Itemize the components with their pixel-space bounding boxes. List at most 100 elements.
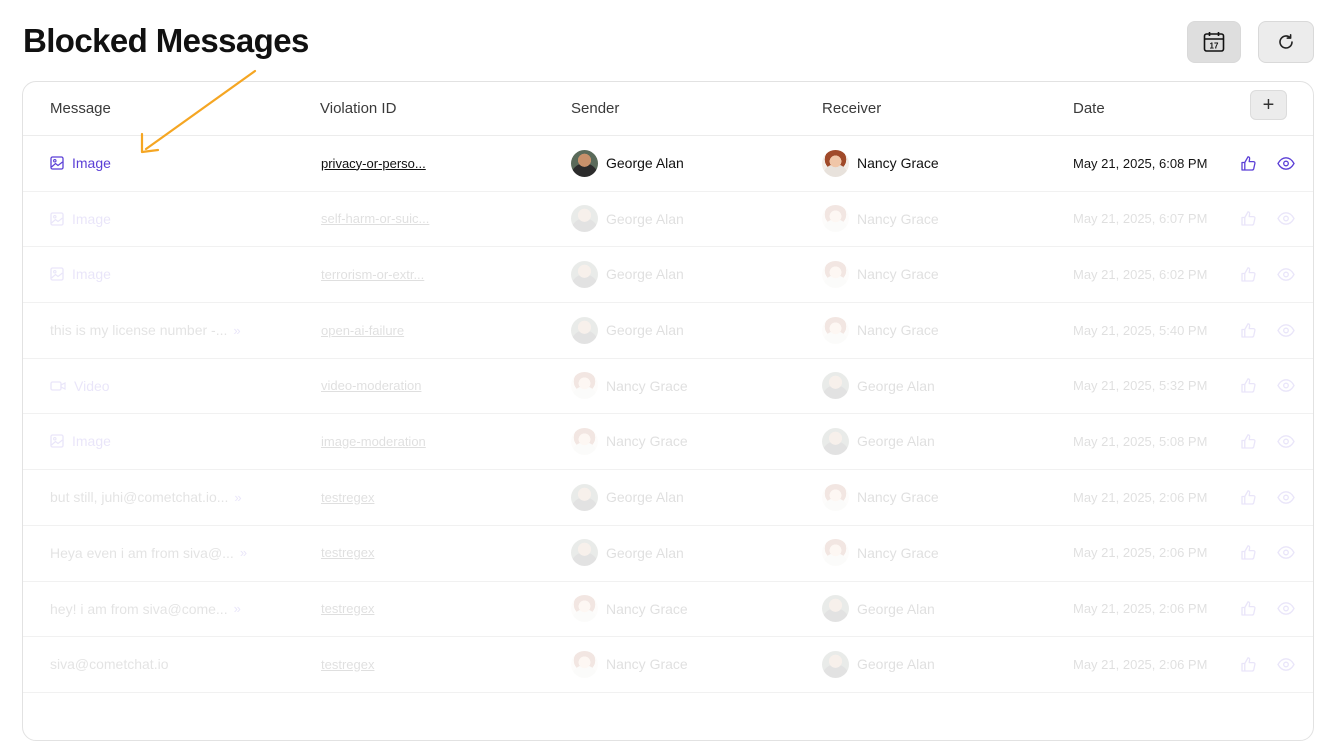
image-message-link[interactable]: Image xyxy=(50,433,111,449)
receiver-name: Nancy Grace xyxy=(857,489,939,506)
expand-chevron-icon[interactable]: » xyxy=(240,545,247,560)
table-row[interactable]: but still, juhi@cometchat.io... » testre… xyxy=(23,470,1313,526)
approve-thumbs-up-icon[interactable] xyxy=(1240,322,1257,339)
table-row[interactable]: Image privacy-or-perso... George Alan Na… xyxy=(23,136,1313,192)
receiver-user[interactable]: George Alan xyxy=(822,650,935,678)
date-cell: May 21, 2025, 2:06 PM xyxy=(1073,489,1208,505)
approve-thumbs-up-icon[interactable] xyxy=(1240,155,1257,172)
approve-thumbs-up-icon[interactable] xyxy=(1240,377,1257,394)
plus-icon: + xyxy=(1262,93,1275,116)
violation-id-link[interactable]: testregex xyxy=(321,601,374,616)
violation-id-cell: open-ai-failure xyxy=(321,303,551,357)
approve-thumbs-up-icon[interactable] xyxy=(1240,600,1257,617)
violation-id-link[interactable]: self-harm-or-suic... xyxy=(321,211,429,226)
avatar xyxy=(571,595,598,622)
receiver-user[interactable]: George Alan xyxy=(822,372,935,400)
message-text: siva@cometchat.io xyxy=(50,656,169,673)
sender-user[interactable]: George Alan xyxy=(571,316,684,344)
image-message-link[interactable]: Image xyxy=(50,211,111,227)
view-eye-icon[interactable] xyxy=(1277,212,1295,226)
sender-name: George Alan xyxy=(606,266,684,283)
approve-thumbs-up-icon[interactable] xyxy=(1240,210,1257,227)
sender-name: Nancy Grace xyxy=(606,433,688,450)
table-row[interactable]: Image image-moderation Nancy Grace Georg… xyxy=(23,414,1313,471)
receiver-user[interactable]: George Alan xyxy=(822,595,935,622)
sender-name: George Alan xyxy=(606,544,684,561)
image-icon xyxy=(50,156,64,170)
message-preview: this is my license number -... » xyxy=(50,322,241,338)
sender-user[interactable]: George Alan xyxy=(571,483,684,511)
message-cell: hey! i am from siva@come... » xyxy=(50,582,300,636)
date-cell: May 21, 2025, 6:08 PM xyxy=(1073,155,1208,171)
sender-user[interactable]: Nancy Grace xyxy=(571,595,688,622)
message-text: this is my license number -... xyxy=(50,322,228,339)
view-eye-icon[interactable] xyxy=(1277,657,1295,671)
expand-chevron-icon[interactable]: » xyxy=(234,490,241,505)
sender-user[interactable]: George Alan xyxy=(571,149,684,177)
blocked-messages-table: Message Violation ID Sender Receiver Dat… xyxy=(22,81,1314,741)
view-eye-icon[interactable] xyxy=(1277,156,1295,170)
view-eye-icon[interactable] xyxy=(1277,379,1295,393)
view-eye-icon[interactable] xyxy=(1277,268,1295,281)
violation-id-link[interactable]: testregex xyxy=(321,657,374,672)
view-eye-icon[interactable] xyxy=(1277,435,1295,448)
view-eye-icon[interactable] xyxy=(1277,323,1295,337)
violation-id-link[interactable]: testregex xyxy=(321,545,374,560)
table-row[interactable]: Heya even i am from siva@... » testregex… xyxy=(23,526,1313,582)
receiver-user[interactable]: George Alan xyxy=(822,427,935,455)
approve-thumbs-up-icon[interactable] xyxy=(1240,544,1257,561)
sender-cell: George Alan xyxy=(571,526,801,580)
approve-thumbs-up-icon[interactable] xyxy=(1240,266,1257,283)
violation-id-link[interactable]: privacy-or-perso... xyxy=(321,156,426,171)
sender-user[interactable]: Nancy Grace xyxy=(571,427,688,455)
image-message-link[interactable]: Image xyxy=(50,266,111,282)
avatar xyxy=(822,595,849,622)
violation-id-link[interactable]: video-moderation xyxy=(321,378,421,393)
table-row[interactable]: Video video-moderation Nancy Grace Georg… xyxy=(23,359,1313,415)
receiver-user[interactable]: Nancy Grace xyxy=(822,205,939,233)
sender-user[interactable]: Nancy Grace xyxy=(571,650,688,678)
approve-thumbs-up-icon[interactable] xyxy=(1240,656,1257,673)
calendar-day-text: 17 xyxy=(1210,42,1219,51)
approve-thumbs-up-icon[interactable] xyxy=(1240,433,1257,450)
video-message-link[interactable]: Video xyxy=(50,378,110,394)
sender-user[interactable]: Nancy Grace xyxy=(571,372,688,400)
expand-chevron-icon[interactable]: » xyxy=(233,323,240,338)
violation-id-link[interactable]: open-ai-failure xyxy=(321,323,404,338)
message-preview: but still, juhi@cometchat.io... » xyxy=(50,489,242,505)
add-column-button[interactable]: + xyxy=(1250,90,1287,120)
date-cell: May 21, 2025, 6:07 PM xyxy=(1073,211,1208,227)
view-eye-icon[interactable] xyxy=(1277,602,1295,615)
sender-cell: George Alan xyxy=(571,136,801,190)
expand-chevron-icon[interactable]: » xyxy=(234,601,241,616)
approve-thumbs-up-icon[interactable] xyxy=(1240,489,1257,506)
table-row[interactable]: this is my license number -... » open-ai… xyxy=(23,303,1313,359)
sender-user[interactable]: George Alan xyxy=(571,205,684,233)
receiver-user[interactable]: Nancy Grace xyxy=(822,483,939,511)
violation-id-cell: testregex xyxy=(321,582,551,636)
date-filter-button[interactable]: 17 xyxy=(1187,21,1241,63)
view-eye-icon[interactable] xyxy=(1277,546,1295,560)
receiver-user[interactable]: Nancy Grace xyxy=(822,539,939,567)
table-row[interactable]: Image self-harm-or-suic... George Alan N… xyxy=(23,192,1313,248)
avatar xyxy=(571,260,598,288)
sender-user[interactable]: George Alan xyxy=(571,539,684,567)
table-row[interactable]: hey! i am from siva@come... » testregex … xyxy=(23,582,1313,638)
receiver-user[interactable]: Nancy Grace xyxy=(822,260,939,288)
receiver-user[interactable]: Nancy Grace xyxy=(822,316,939,344)
table-row[interactable]: Image terrorism-or-extr... George Alan N… xyxy=(23,247,1313,304)
view-eye-icon[interactable] xyxy=(1277,490,1295,504)
receiver-user[interactable]: Nancy Grace xyxy=(822,149,939,177)
violation-id-link[interactable]: terrorism-or-extr... xyxy=(321,267,424,282)
receiver-name: George Alan xyxy=(857,433,935,450)
column-header-receiver: Receiver xyxy=(822,100,882,117)
violation-id-link[interactable]: image-moderation xyxy=(321,434,426,449)
violation-id-link[interactable]: testregex xyxy=(321,490,374,505)
table-row[interactable]: siva@cometchat.io testregex Nancy Grace … xyxy=(23,637,1313,693)
image-message-link[interactable]: Image xyxy=(50,155,111,171)
message-cell: Image xyxy=(50,136,300,190)
avatar xyxy=(571,372,598,400)
refresh-button[interactable] xyxy=(1258,21,1314,63)
sender-user[interactable]: George Alan xyxy=(571,260,684,288)
column-header-date: Date xyxy=(1073,100,1105,117)
